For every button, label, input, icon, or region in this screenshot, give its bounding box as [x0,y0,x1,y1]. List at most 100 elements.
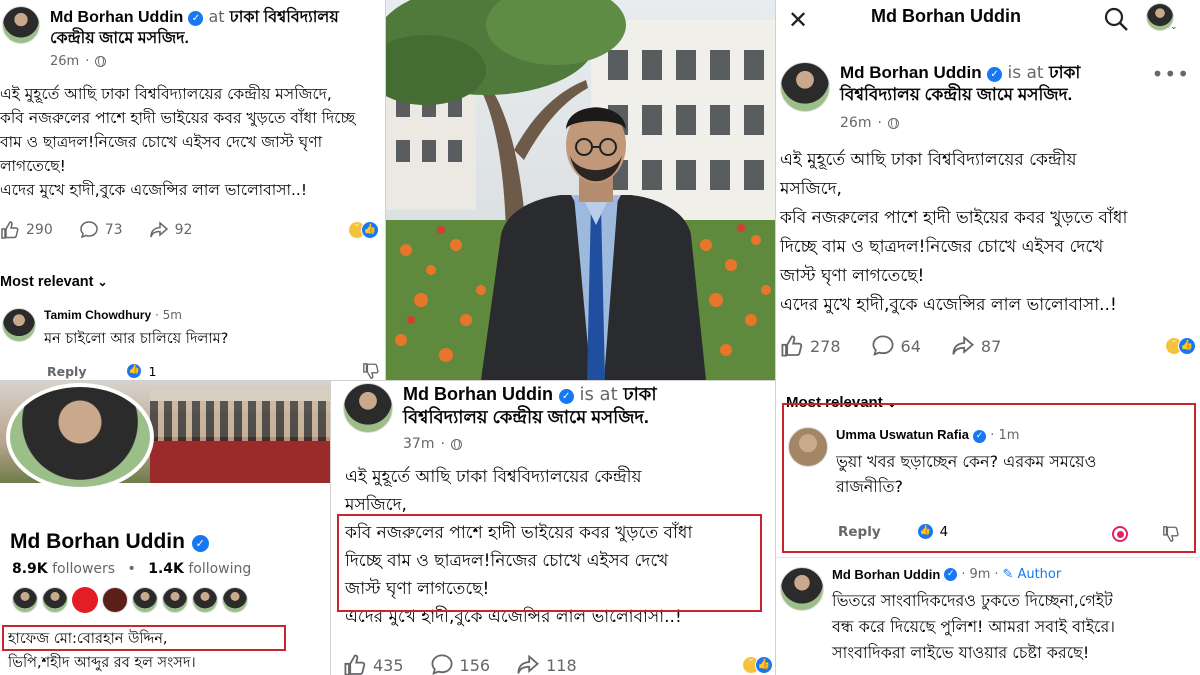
post-time[interactable]: 26m [840,112,871,134]
post-actions: 278 64 87 ˘ 👍 [780,334,1196,358]
friend-avatar [222,587,248,613]
friend-avatar [12,587,38,613]
like-reaction-icon: 👍 [916,523,934,540]
chevron-down-icon[interactable]: ⌄ [1170,22,1178,32]
bio-line: ভিপি,শহীদ আব্দুর রব হল সংসদ। [8,655,196,671]
pencil-icon: ✎ [1002,567,1014,582]
verified-icon: ✓ [987,67,1003,82]
like-reaction-icon: 👍 [755,656,773,674]
share-button[interactable]: 118 [516,653,577,675]
comment-icon [79,221,98,239]
comment-icon [872,335,894,356]
reply-link[interactable]: Reply [838,524,881,540]
divider [330,381,331,675]
profile-picture[interactable] [6,383,154,491]
post-line: জাস্ট ঘৃণা লাগতেছে! [780,266,925,286]
divider [0,380,775,381]
sort-dropdown[interactable]: Most relevant ⌄ [0,274,108,290]
post-actions: 290 73 92 ˘ 👍 [0,220,385,240]
search-icon[interactable] [1103,6,1129,32]
profile-name-row: Md Borhan Uddin ✓ [10,529,209,554]
reaction-icons[interactable]: ˘ 👍 [742,656,773,674]
share-button[interactable]: 87 [951,334,1001,358]
commenter-name[interactable]: Umma Uswatun Rafia [836,427,969,442]
like-button[interactable]: 278 [780,334,841,358]
location-link-2[interactable]: কেন্দ্রীয় জামে মসজিদ. [50,28,339,49]
chevron-down-icon: ⌄ [97,275,108,289]
verified-icon: ✓ [191,535,209,552]
author-avatar[interactable] [780,62,830,112]
comment-item: Md Borhan Uddin ✓ · 9m · ✎ Author ভিতরে স… [780,567,1115,666]
post-time[interactable]: 37m [403,433,434,456]
comments-panel-bottom-right: Most relevant ⌄ Umma Uswatun Rafia ✓ · 1… [776,395,1200,675]
post-time[interactable]: 26m [50,51,79,72]
friend-avatar [132,587,158,613]
location-link[interactable]: ঢাকা বিশ্ববিদ্যালয় [230,9,339,26]
post-line: এই মুহূর্তে আছি ঢাকা বিশ্ববিদ্যালয়ের কে… [780,150,1077,170]
like-button[interactable]: 290 [0,220,53,240]
globe-icon [450,439,462,450]
header-title: Md Borhan Uddin [871,6,1021,26]
heart-react-icon[interactable] [1112,526,1128,542]
author-name[interactable]: Md Borhan Uddin [840,63,982,82]
verified-icon: ✓ [944,568,958,581]
author-badge: Author [1017,567,1062,582]
friend-avatar [72,587,98,613]
globe-icon [95,56,107,67]
commenter-avatar[interactable] [780,567,824,611]
location-link-2[interactable]: বিশ্ববিদ্যালয় কেন্দ্রীয় জামে মসজিদ. [840,84,1080,106]
campus-photo [386,0,775,380]
mutual-friends-avatars[interactable] [12,587,248,613]
commenter-avatar[interactable] [2,308,36,342]
post-line: কবি নজরুলের পাশে হাদী ভাইয়ের কবর খুড়তে… [0,109,356,128]
post-panel-top-left: Md Borhan Uddin ✓ at ঢাকা বিশ্ববিদ্যালয়… [0,0,385,380]
profile-name: Md Borhan Uddin [10,530,185,553]
post-line: এই মুহূর্তে আছি ঢাকা বিশ্ববিদ্যালয়ের কে… [0,85,332,103]
verified-icon: ✓ [558,389,574,404]
profile-stats: 8.9K followers • 1.4K following [12,561,252,577]
share-icon [952,335,974,355]
comment-text: ভুয়া খবর ছড়াচ্ছেন কেন? এরকম সময়েও রাজ… [836,449,1096,499]
author-avatar[interactable] [343,383,393,433]
more-options-icon[interactable]: ••• [1152,62,1190,86]
reply-link[interactable]: Reply [47,364,86,379]
followers-link[interactable]: 8.9K followers [12,561,115,577]
bio-line: হাফেজ মো:বোরহান উদ্দিন, [8,631,168,647]
comment-line: বন্ধ করে দিয়েছে পুলিশ! আমরা সবাই বাইরে। [832,617,1115,636]
author-name[interactable]: Md Borhan Uddin [50,9,183,26]
commenter-avatar[interactable] [788,427,828,467]
comment-button[interactable]: 64 [871,334,921,358]
author-avatar[interactable] [2,6,40,44]
comment-icon [431,654,453,675]
verified-icon: ✓ [188,11,204,26]
commenter-name[interactable]: Tamim Chowdhury [44,308,151,322]
dislike-icon[interactable] [1162,525,1180,543]
is-at-label: at [208,7,225,26]
comment-button[interactable]: 73 [79,220,123,240]
post-line: দিচ্ছে বাম ও ছাত্রদল!নিজের চোখে এইসব দেখ… [780,237,1104,257]
dislike-icon[interactable] [362,362,380,380]
location-link[interactable]: ঢাকা [1049,63,1080,82]
comment-text: মন চাইলো আর চালিয়ে দিলাম? [44,331,229,347]
share-button[interactable]: 92 [149,220,192,240]
post-header: Md Borhan Uddin ✓ is at ঢাকা বিশ্ববিদ্যা… [343,383,657,456]
commenter-name[interactable]: Md Borhan Uddin [832,567,940,582]
reaction-icons[interactable]: ˘ 👍 [1165,337,1196,355]
divider [776,557,1200,558]
comment-button[interactable]: 156 [430,653,490,675]
comment-item: Tamim Chowdhury · 5m মন চাইলো আর চালিয়ে… [2,308,382,379]
post-panel-bottom-middle: Md Borhan Uddin ✓ is at ঢাকা বিশ্ববিদ্যা… [331,381,775,675]
like-icon [781,335,803,357]
author-name[interactable]: Md Borhan Uddin [403,384,553,404]
comment-time: 9m [969,567,991,582]
location-link-2[interactable]: বিশ্ববিদ্যালয় কেন্দ্রীয় জামে মসজিদ. [403,406,657,429]
friend-avatar [102,587,128,613]
post-header: Md Borhan Uddin ✓ is at ঢাকা বিশ্ববিদ্যা… [780,62,1080,134]
following-link[interactable]: 1.4K following [148,561,251,577]
post-body: এই মুহূর্তে আছি ঢাকা বিশ্ববিদ্যালয়ের কে… [780,146,1127,320]
location-link[interactable]: ঢাকা [623,384,656,404]
like-button[interactable]: 435 [343,653,404,675]
is-at-label: is at [579,384,618,405]
verified-icon: ✓ [973,430,987,443]
reaction-icons[interactable]: ˘ 👍 [348,221,379,239]
